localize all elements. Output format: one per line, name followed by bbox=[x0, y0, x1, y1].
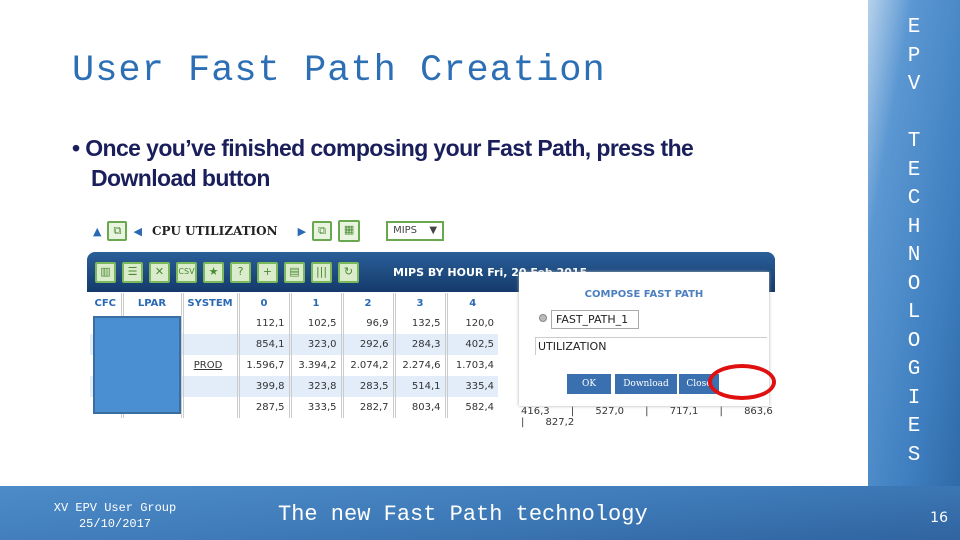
table-cell: 323,0 bbox=[288, 334, 342, 355]
table-cell: 2.074,2 bbox=[340, 355, 394, 376]
col-header[interactable]: 1 bbox=[288, 293, 342, 313]
footer-org: XV EPV User Group 25/10/2017 bbox=[40, 500, 190, 532]
copy-icon[interactable]: ⧉ bbox=[107, 221, 128, 241]
table-cell: 402,5 bbox=[444, 334, 498, 355]
table-cell: 323,8 bbox=[288, 376, 342, 397]
page-number: 16 bbox=[930, 510, 948, 526]
refresh-icon[interactable]: ↻ bbox=[338, 261, 359, 283]
section-title: CPU UTILIZATION bbox=[151, 224, 278, 238]
table-cell: 120,0 bbox=[444, 313, 498, 334]
table-cell bbox=[180, 397, 238, 418]
unit-select-value: MIPS bbox=[393, 225, 418, 236]
fast-path-name-input[interactable]: FAST_PATH_1 bbox=[551, 310, 639, 329]
side-banner: E P V T E C H N O L O G I E S bbox=[868, 0, 960, 486]
table-cell bbox=[180, 334, 238, 355]
table-cell bbox=[180, 376, 238, 397]
col-header[interactable]: 2 bbox=[340, 293, 394, 313]
bullet-line: • Once you’ve finished composing your Fa… bbox=[72, 135, 694, 161]
dialog-title: COMPOSE FAST PATH bbox=[584, 289, 704, 300]
utilization-input[interactable]: UTILIZATION bbox=[535, 337, 767, 355]
col-header[interactable]: 0 bbox=[236, 293, 290, 313]
table-cell: 2.274,6 bbox=[392, 355, 446, 376]
table-cell: 96,9 bbox=[340, 313, 394, 334]
col-header[interactable]: 4 bbox=[444, 293, 498, 313]
event-date: 25/10/2017 bbox=[78, 517, 151, 531]
table-cell: 335,4 bbox=[444, 376, 498, 397]
table-cell: 282,7 bbox=[340, 397, 394, 418]
rows-icon[interactable]: ☰ bbox=[122, 261, 143, 283]
star-icon[interactable]: ★ bbox=[203, 261, 224, 283]
table-cell: 112,1 bbox=[236, 313, 290, 334]
copy-icon[interactable]: ⧉ bbox=[312, 221, 333, 241]
table-cell: 102,5 bbox=[288, 313, 342, 334]
table-cell: 287,5 bbox=[236, 397, 290, 418]
table-cell: 514,1 bbox=[392, 376, 446, 397]
arrow-left-icon[interactable]: ◀ bbox=[133, 225, 141, 238]
table-cell: 582,4 bbox=[444, 397, 498, 418]
table-cell: 132,5 bbox=[392, 313, 446, 334]
table-cell: 399,8 bbox=[236, 376, 290, 397]
table-cell bbox=[180, 313, 238, 334]
col-header[interactable]: SYSTEM bbox=[180, 293, 238, 313]
highlight-circle bbox=[708, 364, 776, 400]
table-cell: 1.596,7 bbox=[236, 355, 290, 376]
table-cell: 3.394,2 bbox=[288, 355, 342, 376]
arrow-right-icon[interactable]: ▶ bbox=[298, 225, 306, 238]
unit-select[interactable]: MIPS ▼ bbox=[386, 221, 445, 241]
table-cell: 854,1 bbox=[236, 334, 290, 355]
csv-icon[interactable]: CSV bbox=[176, 261, 197, 283]
footer-topic: The new Fast Path technology bbox=[278, 502, 648, 527]
table-cell: 1.703,4 bbox=[444, 355, 498, 376]
system-link[interactable]: PROD bbox=[180, 355, 238, 376]
radio-button[interactable] bbox=[539, 314, 547, 322]
table-cell: 333,5 bbox=[288, 397, 342, 418]
table-cell: 803,4 bbox=[392, 397, 446, 418]
compare-icon[interactable]: ▤ bbox=[284, 261, 305, 283]
table-cell: 283,5 bbox=[340, 376, 394, 397]
event-name: XV EPV User Group bbox=[53, 501, 177, 515]
ok-button[interactable]: OK bbox=[567, 374, 611, 394]
compose-fast-path-dialog: COMPOSE FAST PATH FAST_PATH_1 UTILIZATIO… bbox=[519, 272, 776, 406]
side-banner-text: E P V T E C H N O L O G I E S bbox=[907, 16, 921, 467]
app-screenshot: ▲ ⧉ ◀ CPU UTILIZATION ▶ ⧉ ▦ MIPS ▼ ▥ ☰ ✕ … bbox=[87, 215, 777, 428]
bullet-line: Download button bbox=[91, 165, 270, 191]
help-icon[interactable]: ? bbox=[230, 261, 251, 283]
slide-title: User Fast Path Creation bbox=[72, 50, 606, 92]
table-cell: 284,3 bbox=[392, 334, 446, 355]
add-folder-icon[interactable]: + bbox=[257, 261, 278, 283]
nav-toolbar: ▲ ⧉ ◀ CPU UTILIZATION ▶ ⧉ ▦ MIPS ▼ bbox=[93, 218, 445, 244]
col-header[interactable]: CFC bbox=[90, 293, 122, 313]
calendar-icon[interactable]: ▦ bbox=[338, 220, 361, 242]
table-cell: 292,6 bbox=[340, 334, 394, 355]
table-row-partial: 416,3 | 527,0 | 717,1 | 863,6 | 827,2 bbox=[521, 406, 773, 428]
bars-icon[interactable]: ||| bbox=[311, 261, 332, 283]
redacted-block bbox=[93, 316, 181, 414]
bullet-text: • Once you’ve finished composing your Fa… bbox=[72, 133, 772, 193]
download-button[interactable]: Download bbox=[615, 374, 677, 394]
col-header[interactable]: 3 bbox=[392, 293, 446, 313]
columns-icon[interactable]: ▥ bbox=[95, 261, 116, 283]
arrow-up-icon[interactable]: ▲ bbox=[93, 225, 101, 238]
footer: XV EPV User Group 25/10/2017 The new Fast… bbox=[0, 486, 960, 540]
excel-icon[interactable]: ✕ bbox=[149, 261, 170, 283]
chevron-down-icon: ▼ bbox=[429, 225, 438, 236]
col-header[interactable]: LPAR bbox=[120, 293, 182, 313]
